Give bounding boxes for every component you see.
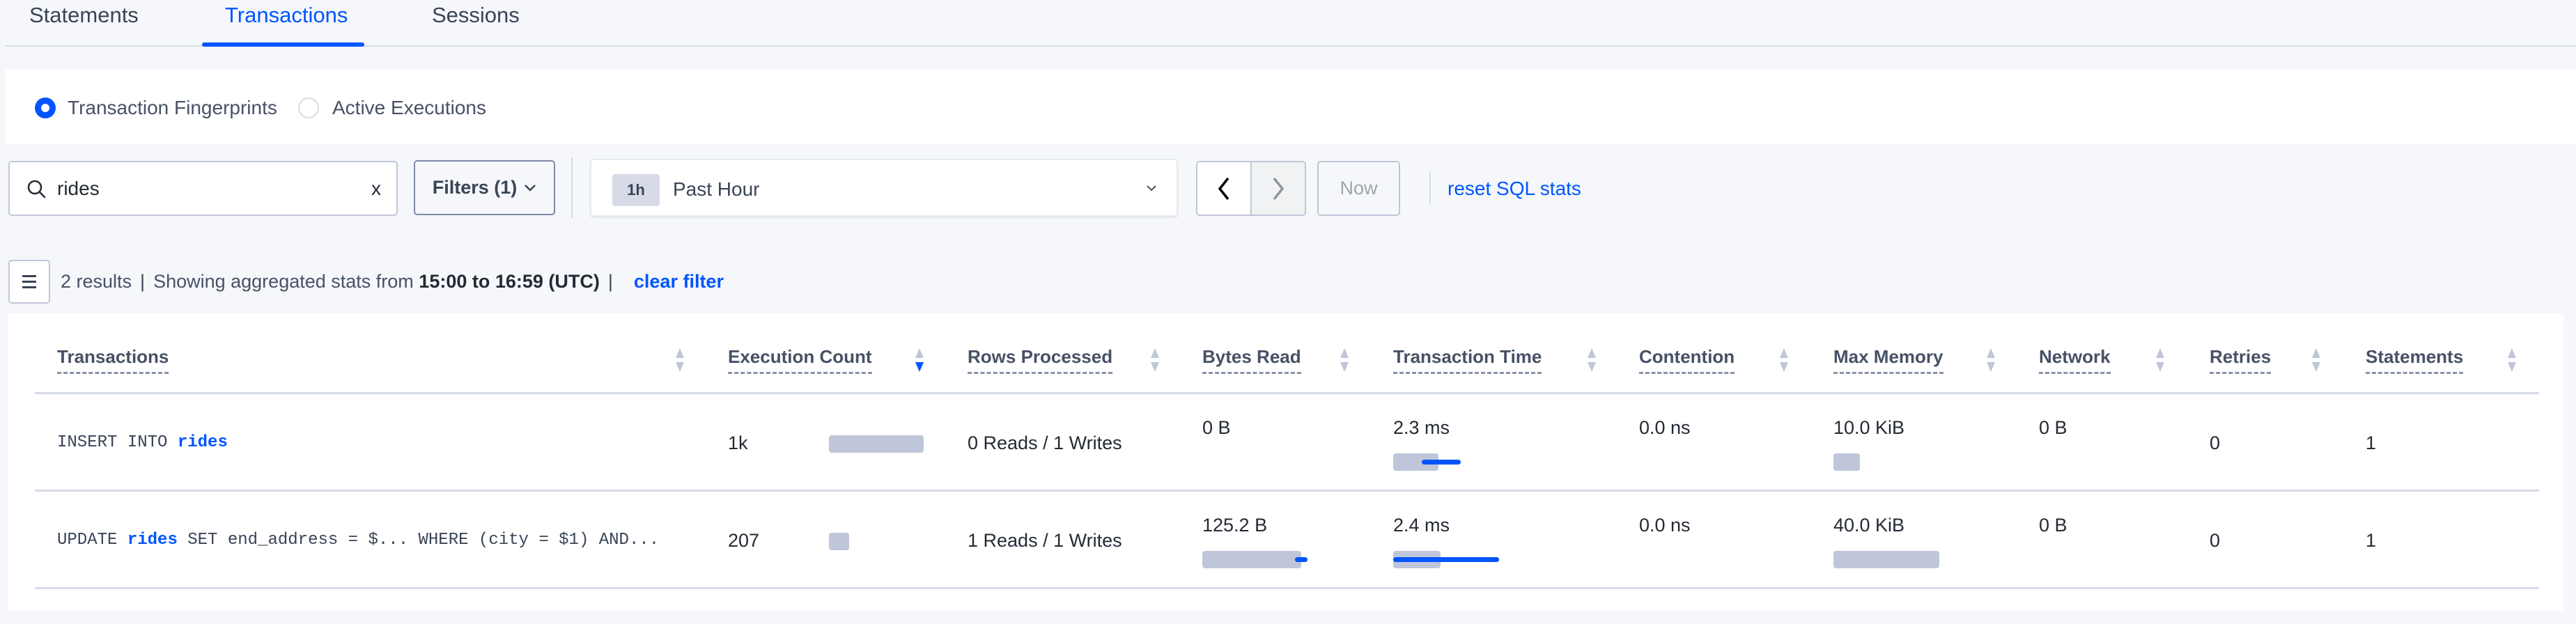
transaction-query-link[interactable]: INSERT INTO rides xyxy=(57,430,228,455)
column-header-transactions[interactable]: Transactions xyxy=(57,344,169,374)
table-name-highlight: rides xyxy=(177,433,228,452)
bytes-read-deviation xyxy=(1295,557,1308,562)
sort-icon[interactable] xyxy=(2506,347,2517,373)
sort-icon[interactable] xyxy=(1778,347,1790,373)
sort-icon[interactable] xyxy=(1586,347,1597,373)
chevron-right-icon xyxy=(1273,177,1285,200)
max-memory-bar xyxy=(1833,453,1860,471)
row-divider xyxy=(35,587,2539,589)
time-pager xyxy=(1196,161,1306,216)
bytes-read-bar xyxy=(1202,551,1301,568)
toolbar-divider xyxy=(1429,172,1431,205)
radio-active-executions[interactable] xyxy=(298,98,319,118)
sort-icon[interactable] xyxy=(914,347,925,373)
tab-statements[interactable]: Statements xyxy=(29,0,139,45)
column-header-network[interactable]: Network xyxy=(2039,344,2111,374)
reset-sql-stats-link[interactable]: reset SQL stats xyxy=(1448,175,1581,203)
table-name-highlight: rides xyxy=(127,531,178,549)
toolbar-divider xyxy=(571,157,573,218)
tab-transactions[interactable]: Transactions xyxy=(225,0,348,45)
column-header-rows-processed[interactable]: Rows Processed xyxy=(968,344,1113,374)
active-tab-indicator xyxy=(202,42,364,47)
max-memory-bar xyxy=(1833,551,1939,568)
transaction-time-deviation xyxy=(1393,557,1499,562)
network: 0 B xyxy=(2039,417,2067,438)
sort-icon[interactable] xyxy=(1149,347,1161,373)
column-selector-button[interactable] xyxy=(8,260,50,304)
execution-count: 207 xyxy=(728,530,760,551)
scrollbar-track[interactable] xyxy=(2563,313,2576,611)
tab-sessions[interactable]: Sessions xyxy=(432,0,520,45)
column-header-statements[interactable]: Statements xyxy=(2366,344,2464,374)
bytes-read: 0 B xyxy=(1202,417,1231,438)
sort-icon[interactable] xyxy=(1339,347,1350,373)
query-text: SET end_address = $... WHERE (city = $1)… xyxy=(177,531,660,549)
rows-processed: 1 Reads / 1 Writes xyxy=(968,530,1122,551)
results-count: 2 results xyxy=(61,271,132,292)
statements-count: 1 xyxy=(2366,530,2377,551)
chevron-left-icon xyxy=(1218,177,1229,200)
execution-count-bar xyxy=(829,533,849,550)
network: 0 B xyxy=(2039,515,2067,536)
search-box: x xyxy=(8,161,398,216)
transaction-query-link[interactable]: UPDATE rides SET end_address = $... WHER… xyxy=(57,528,659,553)
execution-count: 1k xyxy=(728,432,748,453)
query-text: INSERT INTO xyxy=(57,433,178,452)
radio-transaction-fingerprints[interactable] xyxy=(35,98,56,118)
chevron-down-icon xyxy=(1147,185,1156,192)
search-input[interactable] xyxy=(57,172,350,205)
results-prefix: Showing aggregated stats from xyxy=(153,271,414,292)
pipe-divider: | xyxy=(607,271,613,292)
transaction-time: 2.3 ms xyxy=(1393,417,1450,438)
menu-icon-line xyxy=(22,286,36,288)
menu-icon-line xyxy=(22,275,36,277)
sort-icon[interactable] xyxy=(674,347,685,373)
column-header-max-memory[interactable]: Max Memory xyxy=(1833,344,1943,374)
results-range: 15:00 to 16:59 (UTC) xyxy=(419,271,600,292)
pipe-divider: | xyxy=(140,271,146,292)
max-memory: 40.0 KiB xyxy=(1833,515,1905,536)
bytes-read: 125.2 B xyxy=(1202,515,1268,536)
time-range-badge: 1h xyxy=(612,174,660,206)
query-text: UPDATE xyxy=(57,531,127,549)
chevron-down-icon xyxy=(525,184,536,192)
retries: 0 xyxy=(2210,432,2221,453)
execution-count-bar xyxy=(829,435,924,453)
transaction-time: 2.4 ms xyxy=(1393,515,1450,536)
previous-time-button[interactable] xyxy=(1197,162,1252,214)
table-row[interactable] xyxy=(35,394,2539,492)
rows-processed: 0 Reads / 1 Writes xyxy=(968,432,1122,453)
radio-label-transaction-fingerprints[interactable]: Transaction Fingerprints xyxy=(68,95,277,121)
sort-icon[interactable] xyxy=(2155,347,2166,373)
now-button[interactable]: Now xyxy=(1317,161,1400,216)
column-header-contention[interactable]: Contention xyxy=(1639,344,1735,374)
column-header-execution-count[interactable]: Execution Count xyxy=(728,344,872,374)
radio-label-active-executions[interactable]: Active Executions xyxy=(332,95,486,121)
filters-label: Filters (1) xyxy=(432,177,518,198)
clear-filter-link[interactable]: clear filter xyxy=(634,271,724,292)
retries: 0 xyxy=(2210,530,2221,551)
results-summary: 2 results | Showing aggregated stats from … xyxy=(61,268,724,295)
column-header-retries[interactable]: Retries xyxy=(2210,344,2272,374)
column-header-bytes-read[interactable]: Bytes Read xyxy=(1202,344,1301,374)
max-memory: 10.0 KiB xyxy=(1833,417,1905,438)
close-icon[interactable]: x xyxy=(371,176,381,201)
menu-icon-line xyxy=(22,281,36,283)
filters-button[interactable]: Filters (1) xyxy=(414,160,555,215)
contention: 0.0 ns xyxy=(1639,417,1691,438)
sort-icon[interactable] xyxy=(2311,347,2322,373)
tabs-divider xyxy=(5,45,2576,47)
search-icon xyxy=(27,180,46,198)
column-header-transaction-time[interactable]: Transaction Time xyxy=(1393,344,1542,374)
time-range-select[interactable]: 1h Past Hour xyxy=(590,159,1178,217)
contention: 0.0 ns xyxy=(1639,515,1691,536)
sort-icon[interactable] xyxy=(1985,347,1996,373)
transaction-time-deviation xyxy=(1422,460,1461,465)
next-time-button[interactable] xyxy=(1252,162,1305,214)
time-range-label: Past Hour xyxy=(673,178,760,200)
statements-count: 1 xyxy=(2366,432,2377,453)
